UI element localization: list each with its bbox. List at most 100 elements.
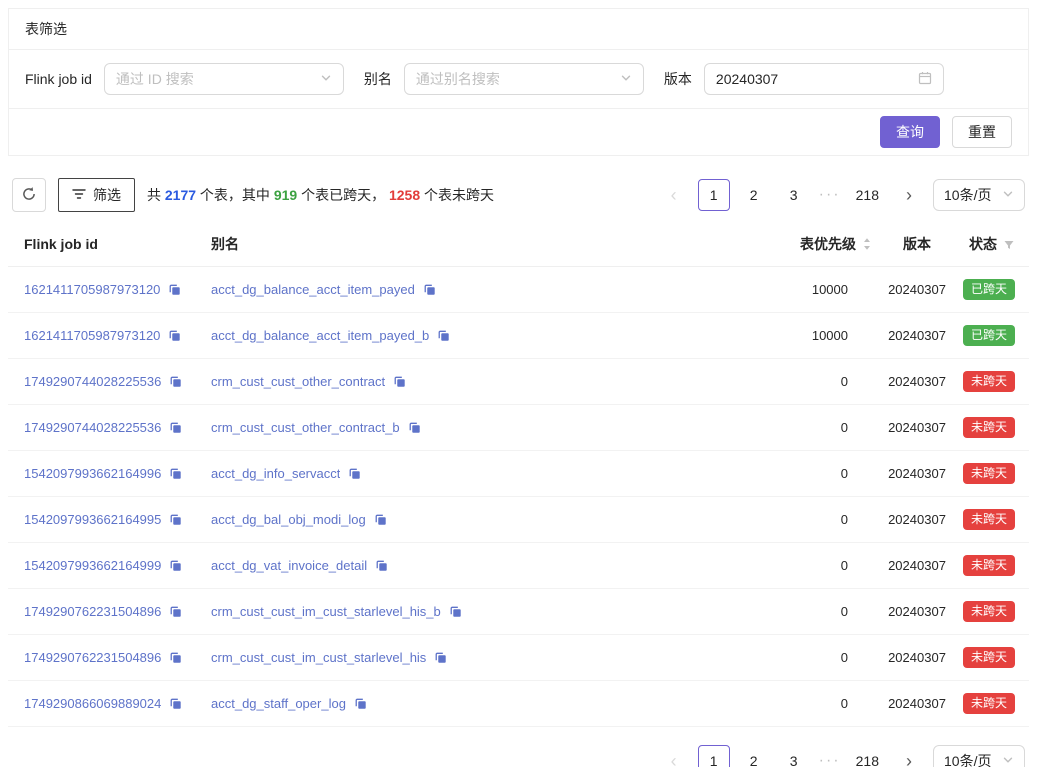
filter-panel: 表筛选 Flink job id 通过 ID 搜索 别名 通过别名搜索 [8, 8, 1029, 156]
copy-icon[interactable] [168, 329, 181, 342]
copy-icon[interactable] [169, 559, 182, 572]
copy-icon[interactable] [437, 329, 450, 342]
flink-job-id-link[interactable]: 1542097993662164999 [24, 558, 161, 573]
flink-job-id-link[interactable]: 1749290744028225536 [24, 420, 161, 435]
refresh-button[interactable] [12, 178, 46, 212]
alias-link[interactable]: acct_dg_vat_invoice_detail [211, 558, 367, 573]
page-button-last[interactable]: 218 [850, 179, 885, 211]
copy-icon[interactable] [348, 467, 361, 480]
version-cell: 20240307 [880, 451, 954, 497]
copy-icon[interactable] [354, 697, 367, 710]
chevron-down-icon [1002, 187, 1014, 203]
summary-segment: 个表，其中 [196, 187, 274, 203]
column-header-priority: 表优先级 [720, 222, 880, 267]
alias-link[interactable]: crm_cust_cust_im_cust_starlevel_his [211, 650, 426, 665]
page-size-select[interactable]: 10条/页 [933, 745, 1025, 767]
page-size-select[interactable]: 10条/页 [933, 179, 1025, 211]
table-body: 1621411705987973120 acct_dg_balance_acct… [8, 267, 1029, 727]
next-page-button[interactable]: › [893, 179, 925, 211]
priority-value: 10000 [812, 282, 848, 297]
alias-link[interactable]: acct_dg_bal_obj_modi_log [211, 512, 366, 527]
status-cell: 未跨天 [954, 543, 1029, 589]
alias-link[interactable]: acct_dg_balance_acct_item_payed [211, 282, 415, 297]
flink-job-id-link[interactable]: 1749290866069889024 [24, 696, 161, 711]
priority-value: 10000 [812, 328, 848, 343]
page-button-3[interactable]: 3 [778, 179, 810, 211]
table-row: 1749290762231504896 crm_cust_cust_im_cus… [8, 635, 1029, 681]
alias-cell: acct_dg_staff_oper_log [203, 681, 720, 727]
status-badge: 未跨天 [963, 693, 1015, 714]
version-cell: 20240307 [880, 681, 954, 727]
flink-job-id-link[interactable]: 1542097993662164995 [24, 512, 161, 527]
sort-icon[interactable] [862, 237, 872, 251]
flink-job-id-select[interactable]: 通过 ID 搜索 [104, 63, 344, 95]
alias-select[interactable]: 通过别名搜索 [404, 63, 644, 95]
filter-button[interactable]: 筛选 [58, 178, 135, 212]
flink-job-id-link[interactable]: 1749290744028225536 [24, 374, 161, 389]
copy-icon[interactable] [169, 651, 182, 664]
copy-icon[interactable] [449, 605, 462, 618]
page-button-3[interactable]: 3 [778, 745, 810, 767]
copy-icon[interactable] [374, 513, 387, 526]
status-cell: 未跨天 [954, 681, 1029, 727]
next-page-button[interactable]: › [893, 745, 925, 767]
prev-page-button[interactable]: ‹ [658, 745, 690, 767]
alias-link[interactable]: acct_dg_staff_oper_log [211, 696, 346, 711]
copy-icon[interactable] [169, 375, 182, 388]
page-ellipsis[interactable]: ··· [818, 186, 842, 204]
toolbar: 筛选 共 2177 个表，其中 919 个表已跨天， 1258 个表未跨天 ‹ … [8, 178, 1029, 212]
copy-icon[interactable] [423, 283, 436, 296]
page-button-1[interactable]: 1 [698, 745, 730, 767]
flink-job-id-cell: 1749290762231504896 [8, 635, 203, 681]
copy-icon[interactable] [169, 697, 182, 710]
query-button[interactable]: 查询 [880, 116, 940, 148]
page-button-1[interactable]: 1 [698, 179, 730, 211]
copy-icon[interactable] [169, 513, 182, 526]
copy-icon[interactable] [169, 421, 182, 434]
copy-icon[interactable] [169, 467, 182, 480]
alias-cell: crm_cust_cust_im_cust_starlevel_his [203, 635, 720, 681]
filter-field-version: 版本 20240307 [664, 63, 944, 95]
flink-job-id-cell: 1749290744028225536 [8, 359, 203, 405]
flink-job-id-placeholder: 通过 ID 搜索 [116, 69, 194, 89]
version-date-input[interactable]: 20240307 [704, 63, 944, 95]
alias-link[interactable]: crm_cust_cust_other_contract [211, 374, 385, 389]
chevron-down-icon [320, 71, 332, 87]
status-cell: 已跨天 [954, 313, 1029, 359]
copy-icon[interactable] [168, 283, 181, 296]
copy-icon[interactable] [408, 421, 421, 434]
priority-cell: 0 [720, 451, 880, 497]
flink-job-id-cell: 1542097993662164995 [8, 497, 203, 543]
table-row: 1542097993662164995 acct_dg_bal_obj_modi… [8, 497, 1029, 543]
alias-link[interactable]: acct_dg_balance_acct_item_payed_b [211, 328, 429, 343]
page-button-last[interactable]: 218 [850, 745, 885, 767]
flink-job-id-link[interactable]: 1621411705987973120 [24, 328, 160, 343]
alias-cell: acct_dg_vat_invoice_detail [203, 543, 720, 589]
table-row: 1621411705987973120 acct_dg_balance_acct… [8, 267, 1029, 313]
alias-cell: crm_cust_cust_other_contract_b [203, 405, 720, 451]
chevron-down-icon [620, 71, 632, 87]
funnel-icon[interactable] [1003, 239, 1015, 251]
page-ellipsis[interactable]: ··· [818, 752, 842, 767]
copy-icon[interactable] [375, 559, 388, 572]
refresh-icon [21, 186, 37, 205]
page-button-2[interactable]: 2 [738, 179, 770, 211]
table-row: 1749290744028225536 crm_cust_cust_other_… [8, 359, 1029, 405]
copy-icon[interactable] [393, 375, 406, 388]
flink-job-id-link[interactable]: 1621411705987973120 [24, 282, 160, 297]
status-badge: 未跨天 [963, 371, 1015, 392]
alias-link[interactable]: crm_cust_cust_im_cust_starlevel_his_b [211, 604, 441, 619]
flink-job-id-cell: 1749290866069889024 [8, 681, 203, 727]
alias-cell: acct_dg_info_servacct [203, 451, 720, 497]
prev-page-button[interactable]: ‹ [658, 179, 690, 211]
reset-button[interactable]: 重置 [952, 116, 1012, 148]
priority-cell: 0 [720, 543, 880, 589]
copy-icon[interactable] [434, 651, 447, 664]
copy-icon[interactable] [169, 605, 182, 618]
page-button-2[interactable]: 2 [738, 745, 770, 767]
alias-link[interactable]: acct_dg_info_servacct [211, 466, 340, 481]
flink-job-id-link[interactable]: 1749290762231504896 [24, 604, 161, 619]
alias-link[interactable]: crm_cust_cust_other_contract_b [211, 420, 400, 435]
flink-job-id-link[interactable]: 1749290762231504896 [24, 650, 161, 665]
flink-job-id-link[interactable]: 1542097993662164996 [24, 466, 161, 481]
